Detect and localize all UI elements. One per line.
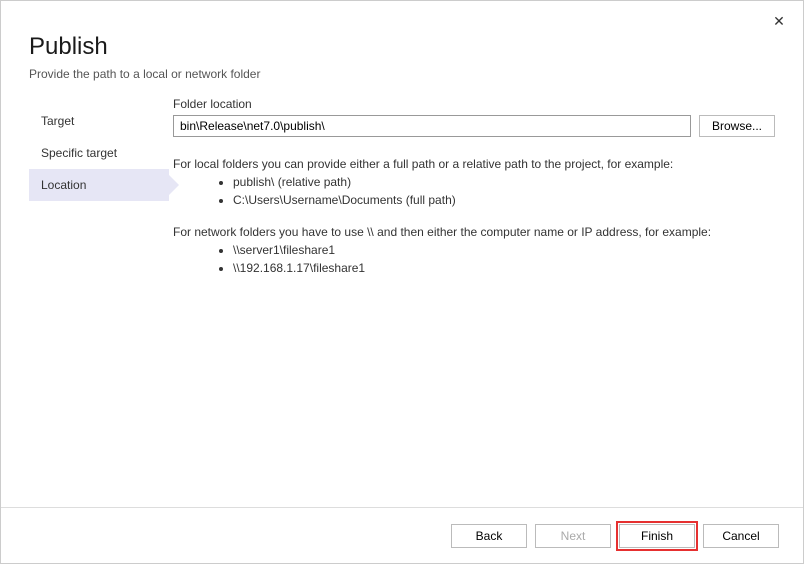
dialog-title: Publish	[29, 33, 775, 61]
dialog-header: Publish Provide the path to a local or n…	[1, 1, 803, 97]
back-button[interactable]: Back	[451, 524, 527, 548]
dialog-footer: Back Next Finish Cancel	[1, 507, 803, 563]
local-example-1: publish\ (relative path)	[233, 173, 775, 191]
browse-button[interactable]: Browse...	[699, 115, 775, 137]
network-example-2: \\192.168.1.17\fileshare1	[233, 259, 775, 277]
next-button: Next	[535, 524, 611, 548]
folder-location-input[interactable]	[173, 115, 691, 137]
network-example-1: \\server1\fileshare1	[233, 241, 775, 259]
local-help-intro: For local folders you can provide either…	[173, 157, 673, 171]
local-help: For local folders you can provide either…	[173, 155, 775, 209]
step-specific-target[interactable]: Specific target	[29, 137, 169, 169]
close-button[interactable]: ✕	[767, 9, 791, 33]
cancel-button[interactable]: Cancel	[703, 524, 779, 548]
network-help-intro: For network folders you have to use \\ a…	[173, 225, 711, 239]
dialog-subtitle: Provide the path to a local or network f…	[29, 67, 775, 81]
step-location[interactable]: Location	[29, 169, 169, 201]
network-help: For network folders you have to use \\ a…	[173, 223, 775, 277]
local-example-2: C:\Users\Username\Documents (full path)	[233, 191, 775, 209]
wizard-steps: Target Specific target Location	[29, 97, 169, 291]
step-target[interactable]: Target	[29, 105, 169, 137]
finish-button[interactable]: Finish	[619, 524, 695, 548]
folder-location-label: Folder location	[173, 97, 775, 111]
main-panel: Folder location Browse... For local fold…	[169, 97, 775, 291]
